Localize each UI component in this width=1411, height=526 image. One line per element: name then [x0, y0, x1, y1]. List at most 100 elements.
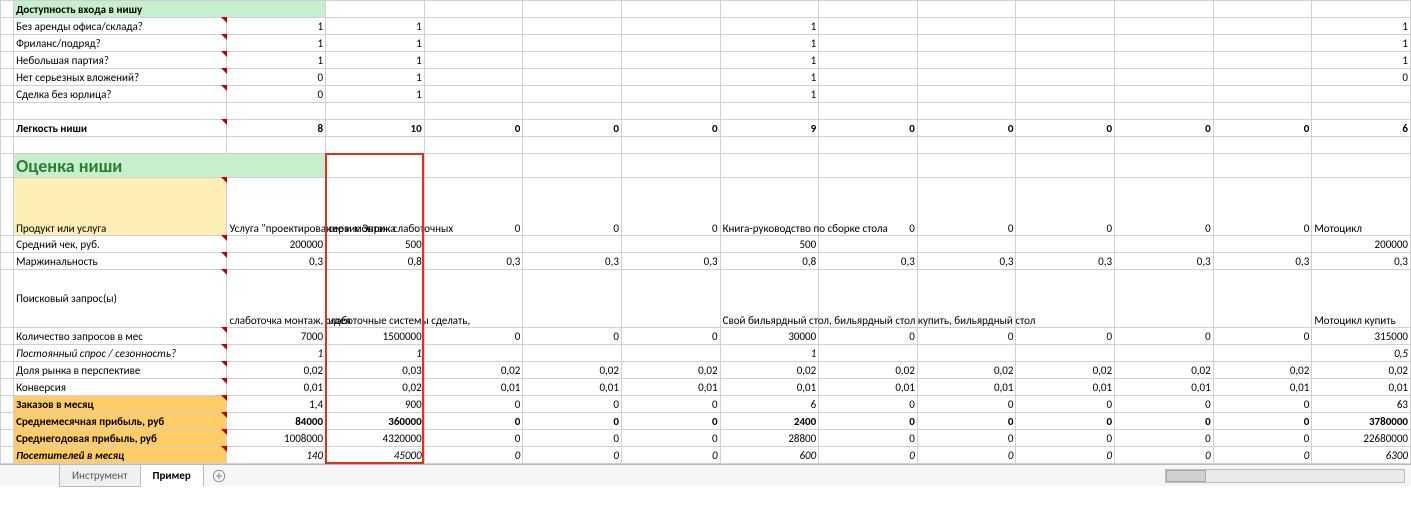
- cell[interactable]: 0: [1115, 396, 1214, 413]
- cell[interactable]: 0: [424, 447, 523, 464]
- cell[interactable]: 0: [621, 430, 720, 447]
- cell[interactable]: [424, 154, 523, 178]
- cell[interactable]: 0,01: [1213, 379, 1312, 396]
- gutter[interactable]: [1, 447, 14, 464]
- cell[interactable]: [1115, 18, 1214, 35]
- row-label-visitors[interactable]: Посетителей в месяц: [14, 447, 227, 464]
- cell[interactable]: 0: [621, 328, 720, 345]
- cell[interactable]: [621, 154, 720, 178]
- cell[interactable]: [1016, 35, 1115, 52]
- cell[interactable]: 0,02: [1312, 362, 1411, 379]
- cell[interactable]: [720, 1, 819, 18]
- cell[interactable]: 0,01: [621, 379, 720, 396]
- cell[interactable]: [1115, 52, 1214, 69]
- cell[interactable]: 30000: [720, 328, 819, 345]
- cell[interactable]: [819, 1, 918, 18]
- row-label[interactable]: Сделка без юрлица?: [14, 86, 227, 103]
- cell[interactable]: [917, 345, 1016, 362]
- cell[interactable]: [917, 69, 1016, 86]
- cell[interactable]: [917, 137, 1016, 154]
- row-label[interactable]: Конверсия: [14, 379, 227, 396]
- gutter[interactable]: [1, 178, 14, 236]
- cell[interactable]: [424, 236, 523, 253]
- cell[interactable]: [523, 35, 622, 52]
- cell[interactable]: [424, 345, 523, 362]
- cell[interactable]: [1016, 18, 1115, 35]
- cell[interactable]: 0,02: [1115, 362, 1214, 379]
- cell[interactable]: 1: [720, 345, 819, 362]
- cell[interactable]: [1016, 86, 1115, 103]
- cell[interactable]: 0,02: [227, 362, 326, 379]
- cell[interactable]: [819, 103, 918, 120]
- cell[interactable]: 0: [917, 413, 1016, 430]
- cell[interactable]: [523, 69, 622, 86]
- cell[interactable]: 0: [523, 120, 622, 137]
- cell[interactable]: 0: [1016, 328, 1115, 345]
- cell[interactable]: 0: [819, 413, 918, 430]
- cell[interactable]: [1213, 52, 1312, 69]
- cell[interactable]: [1016, 236, 1115, 253]
- tab-instrument[interactable]: Инструмент: [59, 465, 141, 487]
- cell[interactable]: 0: [621, 396, 720, 413]
- cell[interactable]: 0: [917, 120, 1016, 137]
- cell[interactable]: [1115, 1, 1214, 18]
- cell[interactable]: 0,01: [917, 379, 1016, 396]
- row-label[interactable]: Маржинальность: [14, 253, 227, 270]
- cell[interactable]: 1: [326, 86, 425, 103]
- cell[interactable]: 0,02: [424, 362, 523, 379]
- cell[interactable]: 0: [1213, 178, 1312, 236]
- cell[interactable]: 1,4: [227, 396, 326, 413]
- cell[interactable]: 6300: [1312, 447, 1411, 464]
- cell[interactable]: [1115, 270, 1214, 328]
- cell[interactable]: 500: [720, 236, 819, 253]
- cell[interactable]: 0,01: [1115, 379, 1214, 396]
- cell[interactable]: Свой бильярдный стол, бильярдный стол ку…: [720, 270, 819, 328]
- cell[interactable]: [424, 1, 523, 18]
- cell[interactable]: [621, 86, 720, 103]
- row-label-product[interactable]: Продукт или услуга: [14, 178, 227, 236]
- cell[interactable]: [1016, 345, 1115, 362]
- gutter[interactable]: [1, 69, 14, 86]
- row-label-summary[interactable]: Среднегодовая прибыль, руб: [14, 430, 227, 447]
- cell[interactable]: Услуга "проектирование и монтаж слаботоч…: [227, 178, 326, 236]
- cell[interactable]: 0: [1213, 447, 1312, 464]
- cell[interactable]: 63: [1312, 396, 1411, 413]
- cell[interactable]: [1213, 137, 1312, 154]
- cell[interactable]: [326, 154, 425, 178]
- gutter[interactable]: [1, 120, 14, 137]
- cell[interactable]: 0: [227, 69, 326, 86]
- cell[interactable]: [424, 103, 523, 120]
- row-label[interactable]: Нет серьезных вложений?: [14, 69, 227, 86]
- cell[interactable]: 0: [917, 396, 1016, 413]
- cell[interactable]: [1213, 18, 1312, 35]
- cell[interactable]: [1312, 1, 1411, 18]
- cell[interactable]: 1: [1312, 18, 1411, 35]
- cell[interactable]: 0: [1213, 396, 1312, 413]
- cell[interactable]: [1115, 236, 1214, 253]
- cell[interactable]: 1: [227, 345, 326, 362]
- row-label[interactable]: Количество запросов в мес: [14, 328, 227, 345]
- cell[interactable]: [1115, 345, 1214, 362]
- row-label[interactable]: Фриланс/подряд?: [14, 35, 227, 52]
- row-label-summary[interactable]: Заказов в месяц: [14, 396, 227, 413]
- cell[interactable]: 0: [1016, 430, 1115, 447]
- cell[interactable]: [621, 69, 720, 86]
- cell[interactable]: 4320000: [326, 430, 425, 447]
- cell[interactable]: 1: [720, 69, 819, 86]
- cell[interactable]: 0: [424, 413, 523, 430]
- cell[interactable]: 0: [621, 413, 720, 430]
- cell[interactable]: [917, 1, 1016, 18]
- gutter[interactable]: [1, 396, 14, 413]
- cell[interactable]: [424, 137, 523, 154]
- cell[interactable]: [424, 69, 523, 86]
- cell[interactable]: 0,02: [819, 362, 918, 379]
- cell[interactable]: [720, 103, 819, 120]
- cell[interactable]: [917, 236, 1016, 253]
- cell[interactable]: [819, 52, 918, 69]
- cell[interactable]: [14, 103, 227, 120]
- cell[interactable]: [1, 103, 14, 120]
- cell[interactable]: 0: [1312, 69, 1411, 86]
- cell[interactable]: Мотоцикл: [1312, 178, 1411, 236]
- cell[interactable]: 1: [326, 345, 425, 362]
- cell[interactable]: 6: [720, 396, 819, 413]
